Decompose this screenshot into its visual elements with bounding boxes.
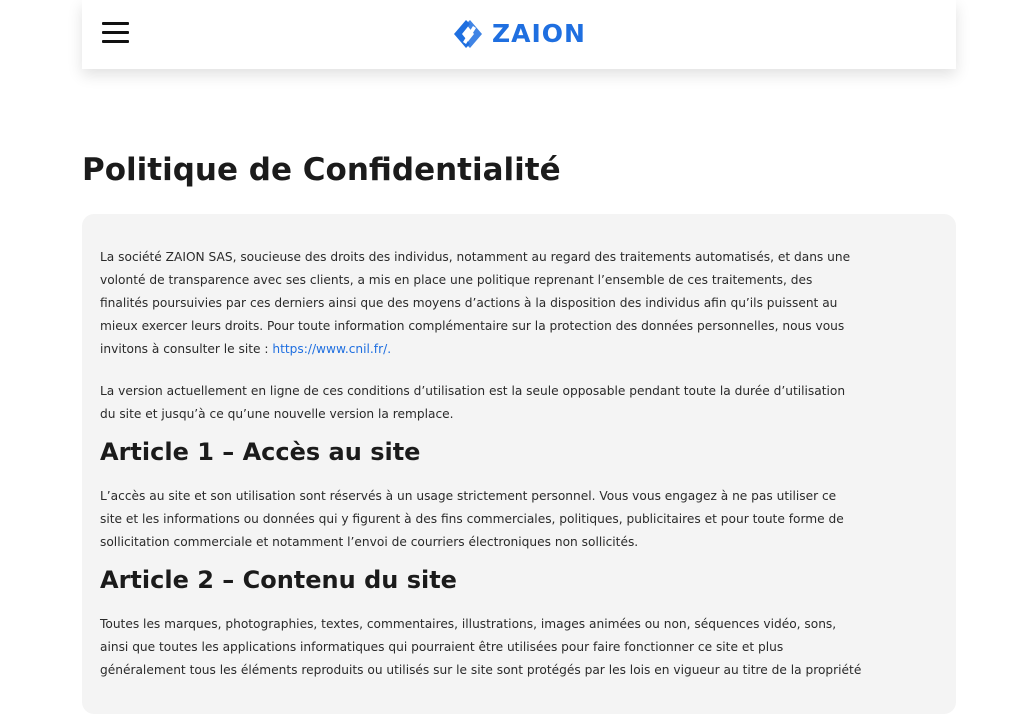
article1-title: Article 1 – Accès au site: [100, 438, 421, 466]
page-title: Politique de Confidentialité: [82, 152, 561, 188]
version-notice-paragraph: La version actuellement en ligne de ces …: [100, 384, 846, 421]
cnil-link[interactable]: https://www.cnil.fr/.: [272, 342, 391, 356]
article2-title: Article 2 – Contenu du site: [100, 566, 457, 594]
logo-text: ZAION: [492, 19, 586, 48]
article2-paragraph: Toutes les marques, photographies, texte…: [100, 617, 862, 677]
content-card: La société ZAION SAS, soucieuse des droi…: [82, 214, 956, 714]
article1-paragraph: L’accès au site et son utilisation sont …: [100, 489, 844, 549]
hamburger-menu-icon[interactable]: [102, 20, 130, 44]
zaion-logo-icon: [454, 20, 482, 48]
intro-paragraph: La société ZAION SAS, soucieuse des droi…: [100, 250, 851, 356]
zaion-logo[interactable]: ZAION: [450, 16, 586, 52]
site-header: ZAION: [82, 0, 956, 69]
